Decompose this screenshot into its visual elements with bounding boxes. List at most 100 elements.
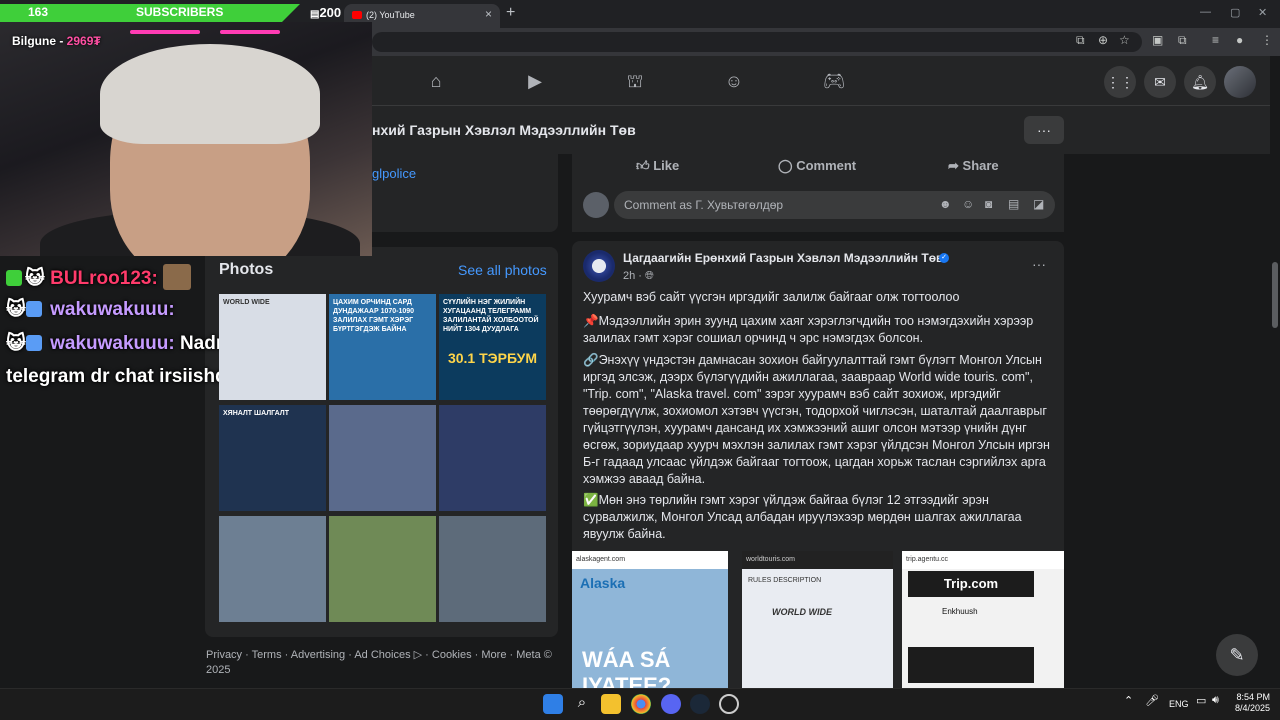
account-avatar[interactable] xyxy=(1224,66,1256,98)
photo-tile[interactable] xyxy=(439,405,546,511)
comment-label: Comment xyxy=(796,158,857,173)
photo-tile[interactable]: СҮҮЛИЙН НЭГ ЖИЛИЙН ХУГАЦААНД ТЕЛЕГРАММ З… xyxy=(439,294,546,400)
chat-message: 😺︎ wakuwakuuu: xyxy=(6,298,175,321)
new-message-button[interactable]: ✎ xyxy=(1216,634,1258,676)
photo-tile[interactable] xyxy=(439,516,546,622)
notifications-bell-icon[interactable]: 🔔︎ xyxy=(1184,66,1216,98)
zoom-icon[interactable]: ⊕ xyxy=(1098,33,1108,47)
image-url-bar: trip.agentu.cc xyxy=(902,551,1064,569)
chat-message: 😺︎ BULroo123: xyxy=(6,264,194,290)
post-image[interactable]: worldtouris.com RULES DESCRIPTION WORLD … xyxy=(742,551,893,688)
tray-chevron-icon[interactable]: ⌃ xyxy=(1124,694,1144,714)
gif-icon[interactable]: ▤ xyxy=(1008,197,1019,211)
messenger-icon[interactable]: ✉ xyxy=(1144,66,1176,98)
clock-time: 8:54 PM xyxy=(1236,692,1270,702)
mic-icon[interactable]: 🎤︎ xyxy=(1145,694,1165,714)
post-time[interactable]: 2h · 🌐︎ xyxy=(623,270,654,283)
page-avatar[interactable] xyxy=(583,250,615,282)
chat-user: wakuwakuuu: xyxy=(50,333,175,354)
comment-button[interactable]: ◯ Comment xyxy=(778,158,856,174)
subscriber-label: SUBSCRIBERS xyxy=(136,5,224,19)
scrollbar[interactable] xyxy=(1270,56,1280,688)
home-icon[interactable]: ⌂ xyxy=(424,69,448,93)
post-image[interactable]: alaskagent.com Alaska WÁA SÁ IYATEE? xyxy=(572,551,728,688)
file-explorer-icon[interactable] xyxy=(601,694,621,714)
post-paragraph: ✅Мөн энэ төрлийн гэмт хэрэг үйлдэж байга… xyxy=(583,493,1022,541)
photos-title: Photos xyxy=(219,261,274,278)
video-icon[interactable]: ▶ xyxy=(523,69,547,93)
chat-message: telegram dr chat irsiishd xyxy=(6,366,227,388)
language-indicator[interactable]: ENG xyxy=(1169,699,1189,709)
streamer-points: 2969₮ xyxy=(66,34,101,48)
image-label: RULES DESCRIPTION xyxy=(748,577,822,584)
sub-badge-icon xyxy=(25,335,42,351)
youtube-icon xyxy=(352,11,362,19)
post-image[interactable]: trip.agentu.cc Trip.com Enkhuush xyxy=(902,551,1064,688)
close-window-icon[interactable]: ✕ xyxy=(1258,6,1267,19)
photo-tile[interactable] xyxy=(329,405,436,511)
see-all-photos-link[interactable]: See all photos xyxy=(458,262,547,278)
page-title: нхий Газрын Хэвлэл Мэдээллийн Төв xyxy=(372,122,636,138)
menu-icon[interactable]: ⋮ xyxy=(1261,33,1273,47)
like-icon: 👍︎ xyxy=(636,158,650,173)
maximize-icon[interactable]: ▢ xyxy=(1230,6,1240,19)
image-label: Alaska xyxy=(580,575,626,591)
page-more-button[interactable]: ··· xyxy=(1024,116,1064,144)
address-bar[interactable] xyxy=(372,32,1142,52)
search-icon[interactable]: ⌕ xyxy=(572,694,592,714)
camera-icon[interactable]: ◙ xyxy=(985,197,992,211)
menu-grid-icon[interactable]: ⋮⋮ xyxy=(1104,66,1136,98)
photo-highlight: 30.1 ТЭРБУМ xyxy=(447,350,538,366)
photo-caption: ЦАХИМ ОРЧИНД САРД ДУНДАЖААР 1070-1090 ЗА… xyxy=(333,299,415,333)
image-dark-panel xyxy=(908,647,1034,683)
groups-icon[interactable]: ☺ xyxy=(722,69,746,93)
puzzle-icon[interactable]: ⧉ xyxy=(1178,33,1187,48)
reading-list-icon[interactable]: ≡ xyxy=(1212,33,1219,47)
photo-tile[interactable] xyxy=(219,516,326,622)
photo-tile[interactable]: WORLD WIDE xyxy=(219,294,326,400)
close-tab-icon[interactable]: × xyxy=(485,7,492,21)
profile-icon[interactable]: ● xyxy=(1236,33,1243,47)
post-more-button[interactable]: ··· xyxy=(1032,256,1046,272)
cast-icon[interactable]: ⧉ xyxy=(1076,33,1085,48)
discord-icon[interactable] xyxy=(661,694,681,714)
image-overlay-text: WÁA SÁ IYATEE? xyxy=(582,647,672,688)
sticker-icon[interactable]: ◪ xyxy=(1033,197,1044,211)
subscriber-count: 163 xyxy=(28,5,49,19)
commenter-avatar[interactable] xyxy=(583,192,609,218)
gaming-icon[interactable]: 🎮︎ xyxy=(822,69,846,93)
bookmark-star-icon[interactable]: ☆ xyxy=(1119,33,1130,47)
photo-tile[interactable]: ЦАХИМ ОРЧИНД САРД ДУНДАЖААР 1070-1090 ЗА… xyxy=(329,294,436,400)
obs-icon[interactable] xyxy=(719,694,739,714)
post-paragraph: 📌Мэдээллийн эрин зуунд цахим хаяг хэрэгл… xyxy=(583,314,1034,345)
system-clock[interactable]: 8:54 PM 8/4/2025 xyxy=(1226,692,1270,714)
scrollbar-thumb[interactable] xyxy=(1272,262,1278,328)
like-button[interactable]: 👍︎ Like xyxy=(636,158,679,174)
steam-icon[interactable] xyxy=(690,694,710,714)
chrome-icon[interactable] xyxy=(631,694,651,714)
post-author[interactable]: Цагдаагийн Ерөнхий Газрын Хэвлэл Мэдээлл… xyxy=(623,251,943,265)
streamer-label: Bilgune - 2969₮ xyxy=(12,34,101,48)
photo-tile[interactable]: ХЯНАЛТ ШАЛГАЛТ xyxy=(219,405,326,511)
post-paragraph: Хуурамч вэб сайт үүсгэн иргэдийг залилж … xyxy=(583,290,960,304)
avatar-sticker-icon[interactable]: ☻ xyxy=(939,197,952,211)
emoji-icon[interactable]: ☺ xyxy=(962,197,974,211)
photo-caption: СҮҮЛИЙН НЭГ ЖИЛИЙН ХУГАЦААНД ТЕЛЕГРАММ З… xyxy=(443,299,539,333)
share-button[interactable]: ➦ Share xyxy=(948,158,999,174)
sub-badge-icon xyxy=(6,270,22,286)
intro-link[interactable]: glpolice xyxy=(372,166,416,181)
photo-caption: ХЯНАЛТ ШАЛГАЛТ xyxy=(223,410,289,417)
new-tab-button[interactable]: + xyxy=(506,4,515,22)
footer-links[interactable]: Privacy · Terms · Advertising · Ad Choic… xyxy=(206,648,558,678)
mod-badge-icon: 😺︎ xyxy=(6,333,26,354)
minimize-icon[interactable]: — xyxy=(1200,6,1211,18)
image-url-bar: worldtouris.com xyxy=(742,551,893,569)
photo-tile[interactable] xyxy=(329,516,436,622)
like-label: Like xyxy=(653,158,680,173)
extension-icon[interactable]: ▣ xyxy=(1152,33,1163,47)
marketplace-icon[interactable]: ⛫ xyxy=(623,69,647,93)
mod-badge-icon: 😺︎ xyxy=(6,299,26,320)
tab-title: (2) YouTube xyxy=(366,10,415,20)
start-icon[interactable] xyxy=(543,694,563,714)
chat-text: telegram dr chat irsiishd xyxy=(6,366,227,387)
